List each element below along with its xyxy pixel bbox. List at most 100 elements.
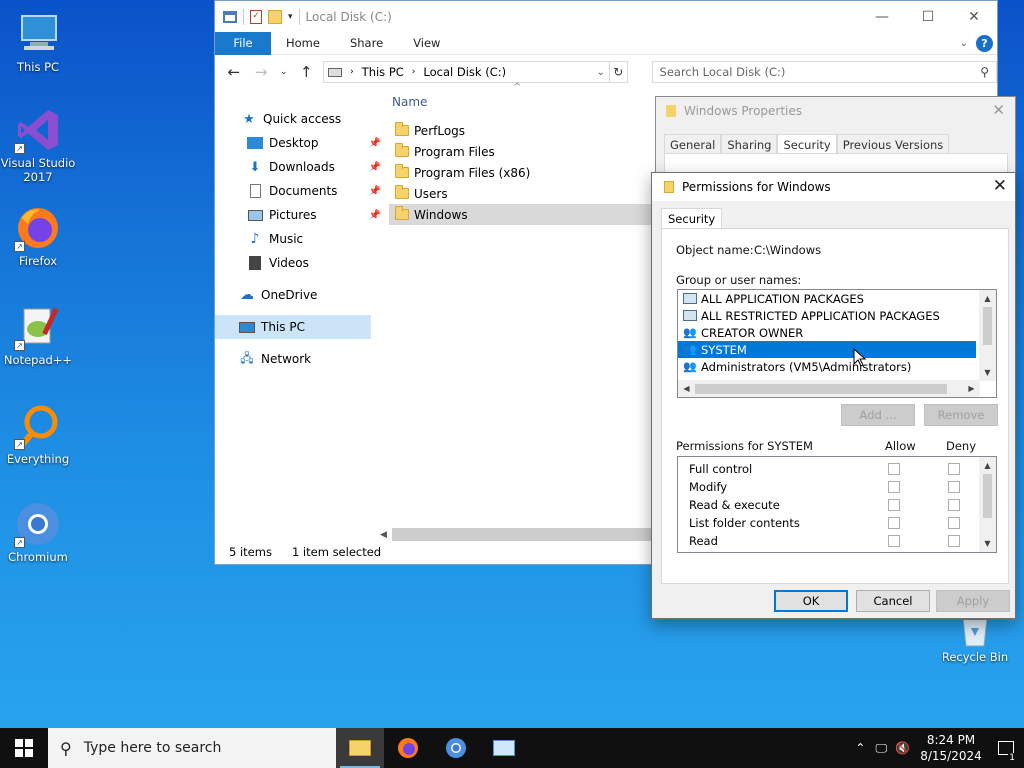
allow-checkbox[interactable] (888, 499, 900, 511)
taskbar-chromium[interactable] (432, 728, 480, 768)
breadcrumb-this-pc[interactable]: This PC (362, 65, 404, 79)
close-button[interactable]: ✕ (951, 1, 997, 32)
file-row[interactable]: Program Files (389, 141, 659, 162)
explorer-titlebar[interactable]: ✓ ▾ Local Disk (C:) — ☐ ✕ (215, 1, 997, 32)
notification-center-icon[interactable]: 1 (988, 741, 1024, 763)
recent-locations-dropdown[interactable]: ⌄ (278, 67, 290, 77)
vertical-scrollbar[interactable]: ▲ ▼ (979, 290, 996, 381)
permissions-dialog[interactable]: Permissions for Windows ✕ Security Objec… (651, 172, 1016, 619)
deny-checkbox[interactable] (948, 481, 960, 493)
taskbar-search-box[interactable]: ⚲ Type here to search (48, 728, 336, 768)
list-item[interactable]: ALL APPLICATION PACKAGES (678, 290, 978, 307)
nav-quick-access[interactable]: ★ Quick access (215, 107, 385, 131)
expand-ribbon-chevron-icon[interactable]: ⌄ (960, 38, 968, 49)
new-folder-quick-icon[interactable] (268, 9, 282, 24)
tab-security[interactable]: Security (661, 208, 723, 229)
scroll-thumb[interactable] (983, 474, 992, 518)
deny-checkbox[interactable] (948, 535, 960, 547)
close-icon[interactable]: ✕ (993, 176, 1007, 196)
customize-qa-dropdown-icon[interactable]: ▾ (288, 12, 293, 22)
address-dropdown-icon[interactable]: ⌄ (597, 67, 605, 78)
allow-checkbox[interactable] (888, 463, 900, 475)
tab-file[interactable]: File (215, 31, 271, 55)
scroll-thumb[interactable] (695, 383, 947, 394)
list-item[interactable]: 👥 Administrators (VM5\Administrators) (678, 358, 978, 375)
scroll-right-icon[interactable]: ▶ (963, 384, 980, 393)
scroll-left-icon[interactable]: ◀ (375, 530, 392, 540)
ok-button[interactable]: OK (774, 590, 848, 612)
deny-checkbox[interactable] (948, 517, 960, 529)
back-button[interactable]: ← (223, 63, 244, 81)
tab-general[interactable]: General (664, 134, 722, 155)
allow-checkbox[interactable] (888, 535, 900, 547)
scroll-down-icon[interactable]: ▼ (984, 364, 990, 381)
add-button[interactable]: Add ... (841, 404, 915, 426)
permissions-list[interactable]: Full control Modify Read & execute List … (677, 456, 997, 553)
up-button[interactable]: ↑ (296, 63, 317, 81)
file-row[interactable]: PerfLogs (389, 120, 659, 141)
desktop-icon-this-pc[interactable]: This PC (0, 10, 76, 74)
remove-button[interactable]: Remove (924, 404, 998, 426)
search-box[interactable]: Search Local Disk (C:) ⚲ (651, 61, 998, 83)
nav-videos[interactable]: Videos (215, 251, 385, 275)
minimize-button[interactable]: — (859, 1, 905, 32)
file-row-selected[interactable]: Windows (389, 204, 659, 225)
tab-security[interactable]: Security (777, 134, 837, 155)
allow-checkbox[interactable] (888, 517, 900, 529)
tab-view[interactable]: View (398, 36, 455, 50)
column-header-name[interactable]: ^ Name (389, 82, 659, 114)
scroll-up-icon[interactable]: ▲ (984, 290, 990, 307)
clock[interactable]: 8:24 PM 8/15/2024 (914, 732, 988, 764)
tab-sharing[interactable]: Sharing (721, 134, 778, 155)
tab-share[interactable]: Share (335, 36, 398, 50)
nav-network[interactable]: 🖧 Network (215, 347, 385, 371)
list-item-selected[interactable]: 👥 SYSTEM (678, 341, 976, 358)
properties-quick-icon[interactable]: ✓ (250, 9, 262, 24)
scroll-down-icon[interactable]: ▼ (984, 535, 990, 552)
nav-onedrive[interactable]: ☁ OneDrive (215, 283, 385, 307)
deny-checkbox[interactable] (948, 463, 960, 475)
nav-downloads[interactable]: ⬇ Downloads 📌 (215, 155, 385, 179)
desktop-icon-chromium[interactable]: ↗ Chromium (0, 500, 76, 564)
desktop-icon-visual-studio[interactable]: ↗ Visual Studio 2017 (0, 106, 76, 184)
tab-home[interactable]: Home (271, 36, 335, 50)
list-item[interactable]: 👥 CREATOR OWNER (678, 324, 978, 341)
nav-this-pc[interactable]: This PC (215, 315, 371, 339)
close-icon[interactable]: ✕ (992, 101, 1005, 119)
desktop-icon-notepadpp[interactable]: ↗ Notepad++ (0, 303, 76, 367)
tab-previous-versions[interactable]: Previous Versions (836, 134, 950, 155)
allow-checkbox[interactable] (888, 481, 900, 493)
dialog-titlebar[interactable]: Permissions for Windows (652, 173, 1015, 201)
scroll-left-icon[interactable]: ◀ (678, 384, 695, 393)
taskbar-file-explorer[interactable] (336, 728, 384, 768)
deny-checkbox[interactable] (948, 499, 960, 511)
nav-documents[interactable]: Documents 📌 (215, 179, 385, 203)
volume-muted-icon[interactable]: 🔇 (891, 741, 914, 755)
file-row[interactable]: Program Files (x86) (389, 162, 659, 183)
show-hidden-icons-chevron-icon[interactable]: ⌃ (849, 741, 871, 755)
cancel-button[interactable]: Cancel (856, 590, 930, 612)
scroll-up-icon[interactable]: ▲ (984, 457, 990, 474)
scroll-thumb[interactable] (983, 307, 992, 345)
file-row[interactable]: Users (389, 183, 659, 204)
taskbar-control-panel[interactable] (480, 728, 528, 768)
desktop-icon-firefox[interactable]: ↗ Firefox (0, 204, 76, 268)
nav-pictures[interactable]: Pictures 📌 (215, 203, 385, 227)
nav-music[interactable]: ♪ Music (215, 227, 385, 251)
taskbar-firefox[interactable] (384, 728, 432, 768)
nav-desktop[interactable]: Desktop 📌 (215, 131, 385, 155)
start-button[interactable] (0, 728, 48, 768)
desktop-icon-everything[interactable]: ↗ Everything (0, 402, 76, 466)
list-item[interactable]: ALL RESTRICTED APPLICATION PACKAGES (678, 307, 978, 324)
apply-button[interactable]: Apply (936, 590, 1010, 612)
vertical-scrollbar[interactable]: ▲ ▼ (979, 457, 996, 552)
refresh-button[interactable]: ↻ (609, 61, 628, 83)
forward-button[interactable]: → (250, 63, 271, 81)
network-status-icon[interactable]: 🖵 (871, 741, 891, 756)
horizontal-scrollbar[interactable]: ◀ ▶ (678, 380, 980, 397)
maximize-button[interactable]: ☐ (905, 1, 951, 32)
address-bar[interactable]: › This PC › Local Disk (C:) ⌄ (323, 61, 610, 83)
help-icon[interactable]: ? (976, 35, 993, 52)
breadcrumb-local-disk[interactable]: Local Disk (C:) (423, 65, 506, 79)
group-user-list[interactable]: ALL APPLICATION PACKAGES ALL RESTRICTED … (677, 289, 997, 398)
